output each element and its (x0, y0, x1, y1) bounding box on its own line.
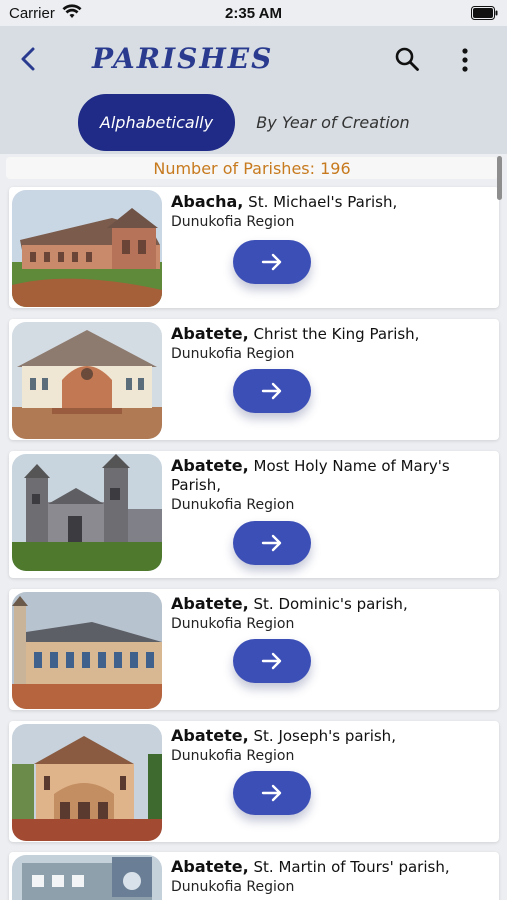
parish-name: St. Martin of Tours' parish, (253, 858, 450, 876)
open-parish-button[interactable] (233, 521, 311, 565)
parish-card[interactable]: Abatete, St. Martin of Tours' parish, Du… (9, 852, 499, 900)
open-parish-button[interactable] (233, 639, 311, 683)
open-parish-button[interactable] (233, 369, 311, 413)
arrow-right-icon (261, 784, 282, 802)
parish-card[interactable]: Abacha, St. Michael's Parish, Dunukofia … (9, 187, 499, 308)
parish-region: Dunukofia Region (171, 616, 295, 632)
parish-town: Abatete, (171, 857, 249, 876)
parish-town: Abatete, (171, 324, 249, 343)
parish-info: Abatete, St. Dominic's parish, Dunukofia… (171, 594, 491, 634)
parish-name: St. Michael's Parish, (248, 193, 398, 211)
parish-info: Abatete, Christ the King Parish, Dunukof… (171, 324, 491, 364)
screen: Carrier 2:35 AM PARISHES Alphabetically (0, 0, 507, 900)
parish-region: Dunukofia Region (171, 879, 295, 895)
parish-region: Dunukofia Region (171, 497, 295, 513)
parish-region: Dunukofia Region (171, 214, 295, 230)
parish-name: Christ the King Parish, (253, 325, 420, 343)
arrow-right-icon (261, 652, 282, 670)
arrow-right-icon (261, 382, 282, 400)
parish-photo (12, 322, 162, 439)
parish-name: St. Dominic's parish, (253, 595, 408, 613)
parish-info: Abatete, St. Joseph's parish, Dunukofia … (171, 726, 491, 766)
parish-photo (12, 190, 162, 307)
open-parish-button[interactable] (233, 771, 311, 815)
parish-card[interactable]: Abatete, St. Joseph's parish, Dunukofia … (9, 721, 499, 842)
parish-info: Abatete, St. Martin of Tours' parish, Du… (171, 857, 491, 897)
parish-town: Abacha, (171, 192, 244, 211)
parish-region: Dunukofia Region (171, 346, 295, 362)
parish-card[interactable]: Abatete, Christ the King Parish, Dunukof… (9, 319, 499, 440)
parish-card[interactable]: Abatete, Most Holy Name of Mary's Parish… (9, 451, 499, 578)
parish-photo (12, 855, 162, 900)
parish-town: Abatete, (171, 726, 249, 745)
parish-region: Dunukofia Region (171, 748, 295, 764)
open-parish-button[interactable] (233, 240, 311, 284)
parish-photo (12, 592, 162, 709)
arrow-right-icon (261, 534, 282, 552)
parish-name: St. Joseph's parish, (253, 727, 396, 745)
parish-info: Abatete, Most Holy Name of Mary's Parish… (171, 456, 491, 515)
scrollbar-thumb[interactable] (497, 156, 502, 200)
parish-list: Abacha, St. Michael's Parish, Dunukofia … (0, 0, 507, 900)
parish-photo (12, 724, 162, 841)
parish-info: Abacha, St. Michael's Parish, Dunukofia … (171, 192, 491, 232)
parish-card[interactable]: Abatete, St. Dominic's parish, Dunukofia… (9, 589, 499, 710)
arrow-right-icon (261, 253, 282, 271)
parish-town: Abatete, (171, 594, 249, 613)
parish-town: Abatete, (171, 456, 249, 475)
parish-photo (12, 454, 162, 571)
